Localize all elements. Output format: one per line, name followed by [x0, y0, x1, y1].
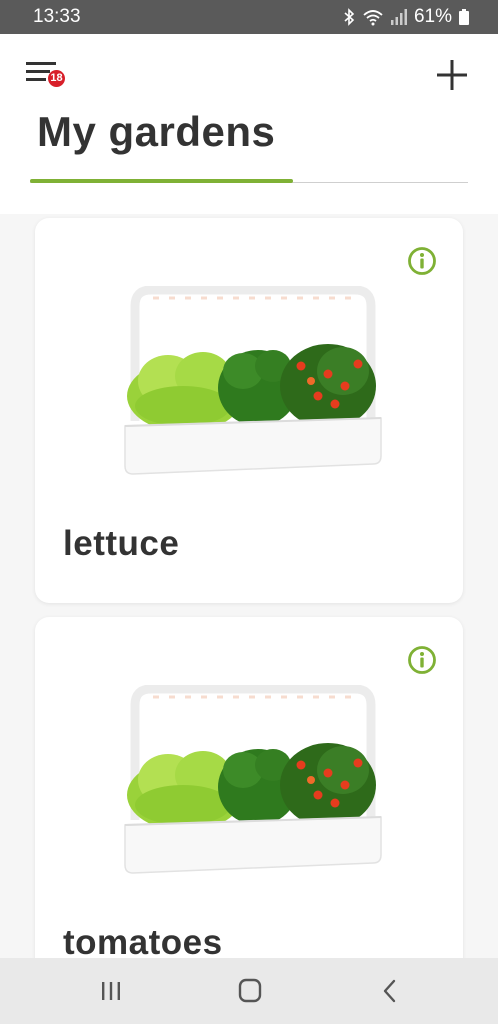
menu-button[interactable]: 18	[26, 58, 68, 92]
info-icon	[408, 247, 436, 275]
home-button[interactable]	[232, 974, 268, 1008]
plus-icon	[437, 60, 467, 90]
status-icons: 61%	[342, 6, 470, 28]
garden-info-button[interactable]	[407, 246, 437, 276]
garden-card-lettuce[interactable]: lettuce	[35, 218, 463, 603]
header: 18 My gardens	[0, 34, 498, 214]
signal-icon	[390, 9, 407, 25]
notification-badge: 18	[48, 70, 65, 87]
system-nav-bar	[0, 958, 498, 1024]
recent-apps-button[interactable]	[93, 974, 129, 1008]
page-title: My gardens	[37, 108, 276, 155]
back-icon	[383, 979, 396, 1003]
add-garden-button[interactable]	[436, 59, 468, 91]
status-bar: 13:33 61%	[0, 0, 498, 34]
garden-image	[124, 685, 382, 874]
home-icon	[238, 978, 262, 1003]
status-time: 13:33	[33, 6, 81, 27]
garden-image	[124, 286, 382, 475]
info-icon	[408, 646, 436, 674]
back-button[interactable]	[372, 974, 408, 1008]
garden-info-button[interactable]	[407, 645, 437, 675]
garden-name: tomatoes	[63, 923, 223, 962]
title-underline	[30, 179, 293, 183]
wifi-icon	[363, 10, 383, 26]
battery-icon	[459, 9, 469, 25]
bluetooth-icon	[344, 8, 355, 26]
battery-percent: 61%	[413, 6, 452, 27]
garden-name: lettuce	[63, 524, 180, 563]
garden-card-tomatoes[interactable]: tomatoes	[35, 617, 463, 1002]
recent-apps-icon	[102, 982, 120, 1000]
